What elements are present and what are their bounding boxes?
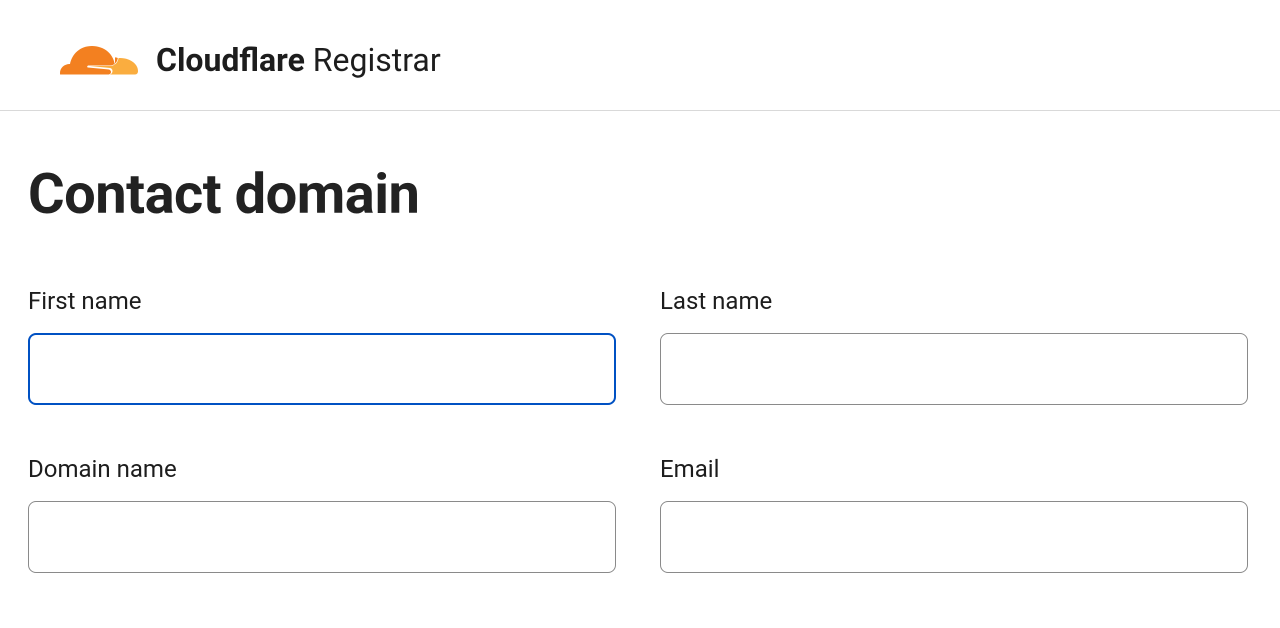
- page-title: Contact domain: [28, 161, 1252, 227]
- logo-wrapper: Cloudflare Registrar: [60, 40, 441, 80]
- form-group-first-name: First name: [28, 287, 616, 405]
- first-name-input[interactable]: [28, 333, 616, 405]
- form-group-last-name: Last name: [660, 287, 1248, 405]
- last-name-label: Last name: [660, 287, 1248, 315]
- form-group-email: Email: [660, 455, 1248, 573]
- domain-name-input[interactable]: [28, 501, 616, 573]
- email-label: Email: [660, 455, 1248, 483]
- content: Contact domain First name Last name Doma…: [0, 111, 1280, 603]
- email-input[interactable]: [660, 501, 1248, 573]
- brand-title: Cloudflare Registrar: [156, 41, 441, 79]
- header: Cloudflare Registrar: [0, 0, 1280, 111]
- last-name-input[interactable]: [660, 333, 1248, 405]
- first-name-label: First name: [28, 287, 616, 315]
- form-grid: First name Last name Domain name Email: [28, 287, 1248, 573]
- domain-name-label: Domain name: [28, 455, 616, 483]
- cloudflare-logo-icon: [60, 40, 138, 80]
- form-group-domain-name: Domain name: [28, 455, 616, 573]
- brand-bold: Cloudflare: [156, 41, 305, 79]
- brand-light: Registrar: [305, 41, 441, 79]
